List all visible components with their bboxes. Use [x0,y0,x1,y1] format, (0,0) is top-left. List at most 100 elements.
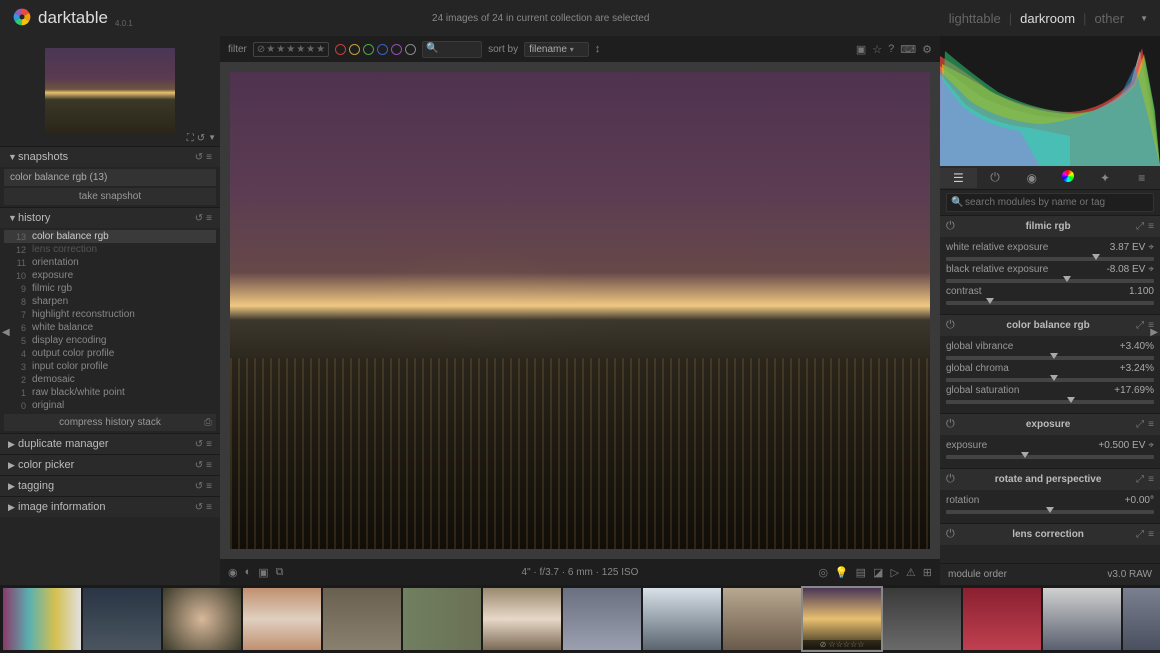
gamut-icon[interactable]: ▷ [890,566,898,579]
filmstrip-thumb[interactable] [483,588,561,650]
quick-access-icon[interactable]: ◉ [228,566,238,579]
duplicate-icon[interactable]: ⧉ [276,566,284,579]
power-icon[interactable]: ⏻ [946,319,960,332]
color-label-dot[interactable] [335,44,346,55]
view-darkroom[interactable]: darkroom [1020,11,1075,26]
style-icon[interactable]: ⎙ [204,417,212,428]
section-header-image-information[interactable]: ▶ image information ↺≡ [0,497,220,517]
expand-icon[interactable]: ⤢ [1136,474,1144,485]
reset-icon[interactable]: ↺ [195,213,203,224]
menu-icon[interactable]: ≡ [1148,419,1154,430]
softproof-icon[interactable]: ▤ [856,566,866,579]
slider[interactable] [946,510,1154,514]
expand-icon[interactable]: ⤢ [1136,320,1144,331]
snapshots-header[interactable]: ▼ snapshots ↺≡ [0,147,220,167]
help-icon[interactable]: ? [888,43,894,56]
thumb-stars[interactable]: ⊘ ☆☆☆☆☆ [803,640,881,649]
filmstrip-thumb[interactable] [163,588,241,650]
menu-icon[interactable]: ≡ [206,460,212,471]
power-icon[interactable]: ⏻ [946,418,960,431]
power-icon[interactable]: ⏻ [946,473,960,486]
star-icon[interactable]: ★ [306,44,315,55]
param-black-relative-exposure[interactable]: black relative exposure -8.08 EV⌖ [946,264,1154,283]
clip-icon[interactable]: ◪ [873,566,883,579]
menu-icon[interactable]: ≡ [1148,529,1154,540]
slider[interactable] [946,257,1154,261]
history-item[interactable]: 7highlight reconstruction [4,308,216,321]
menu-icon[interactable]: ≡ [1148,474,1154,485]
filmstrip-thumb[interactable] [963,588,1041,650]
tab-quick-access[interactable]: ☰ [940,168,977,188]
menu-icon[interactable]: ≡ [1148,221,1154,232]
expand-icon[interactable]: ⤢ [1136,221,1144,232]
picker-icon[interactable]: ⌖ [1148,264,1154,275]
history-item[interactable]: 2demosaic [4,373,216,386]
tab-base[interactable]: ◉ [1013,168,1050,188]
history-item[interactable]: 13color balance rgb [4,230,216,243]
filmstrip-thumb[interactable] [1043,588,1121,650]
expand-left-icon[interactable]: ◀ [2,327,10,338]
sort-direction-icon[interactable]: ↕ [595,43,601,55]
tab-effect[interactable]: ≡ [1123,168,1160,188]
filmstrip-thumb[interactable]: ⊘ ☆☆☆☆☆ [803,588,881,650]
slider[interactable] [946,455,1154,459]
power-icon[interactable]: ⏻ [946,220,960,233]
filmstrip-thumb[interactable] [83,588,161,650]
param-white-relative-exposure[interactable]: white relative exposure 3.87 EV⌖ [946,242,1154,261]
history-item[interactable]: 9filmic rgb [4,282,216,295]
history-item[interactable]: 8sharpen [4,295,216,308]
reset-icon[interactable]: ↺ [195,439,203,450]
toggle-icon[interactable]: ◐ [245,566,252,579]
overlay-icon[interactable]: ▣ [856,43,866,56]
snapshot-item[interactable]: color balance rgb (13) [4,169,216,186]
param-global-vibrance[interactable]: global vibrance +3.40% [946,341,1154,360]
filmstrip-thumb[interactable] [403,588,481,650]
fullscreen-icon[interactable]: ⛶ [187,133,194,144]
star-icon[interactable]: ★ [266,44,275,55]
slider[interactable] [946,301,1154,305]
color-label-dot[interactable] [377,44,388,55]
preview-caret-icon[interactable]: ▼ [208,133,216,144]
history-item[interactable]: 1raw black/white point [4,386,216,399]
filmstrip-thumb[interactable] [883,588,961,650]
param-global-chroma[interactable]: global chroma +3.24% [946,363,1154,382]
reset-icon[interactable]: ↺ [195,460,203,471]
menu-icon[interactable]: ≡ [206,481,212,492]
star-icon[interactable]: ★ [286,44,295,55]
history-item[interactable]: 12lens correction [4,243,216,256]
menu-icon[interactable]: ≡ [206,439,212,450]
module-filmic-header[interactable]: ⏻ filmic rgb ⤢≡ [940,216,1160,237]
history-item[interactable]: 5display encoding [4,334,216,347]
star-icon[interactable]: ★ [276,44,285,55]
gear-icon[interactable]: ⚙ [922,43,932,56]
module-lens-header[interactable]: ⏻ lens correction ⤢≡ [940,524,1160,545]
slider[interactable] [946,279,1154,283]
section-header-color-picker[interactable]: ▶ color picker ↺≡ [0,455,220,475]
expand-icon[interactable]: ⤢ [1136,419,1144,430]
color-label-dot[interactable] [405,44,416,55]
sort-select[interactable]: filename ▾ [524,42,589,57]
history-item[interactable]: 10exposure [4,269,216,282]
power-icon[interactable]: ⏻ [946,528,960,541]
tab-correct[interactable]: ✦ [1087,168,1124,188]
slider[interactable] [946,356,1154,360]
module-search-input[interactable] [946,193,1154,212]
reset-icon[interactable]: ↺ [197,133,205,144]
guides-icon[interactable]: ⊞ [923,566,932,579]
keyboard-icon[interactable]: ⌨ [900,43,916,56]
history-item[interactable]: 6white balance [4,321,216,334]
history-item[interactable]: 0original [4,399,216,412]
slider[interactable] [946,378,1154,382]
filmstrip-thumb[interactable] [323,588,401,650]
menu-icon[interactable]: ≡ [206,152,212,163]
histogram[interactable] [940,36,1160,166]
star-icon[interactable]: ★ [296,44,305,55]
view-lighttable[interactable]: lighttable [949,11,1001,26]
filmstrip-thumb[interactable] [243,588,321,650]
param-global-saturation[interactable]: global saturation +17.69% [946,385,1154,404]
section-header-tagging[interactable]: ▶ tagging ↺≡ [0,476,220,496]
history-item[interactable]: 4output color profile [4,347,216,360]
param-contrast[interactable]: contrast 1.100 [946,286,1154,305]
reset-icon[interactable]: ↺ [195,502,203,513]
history-item[interactable]: 3input color profile [4,360,216,373]
